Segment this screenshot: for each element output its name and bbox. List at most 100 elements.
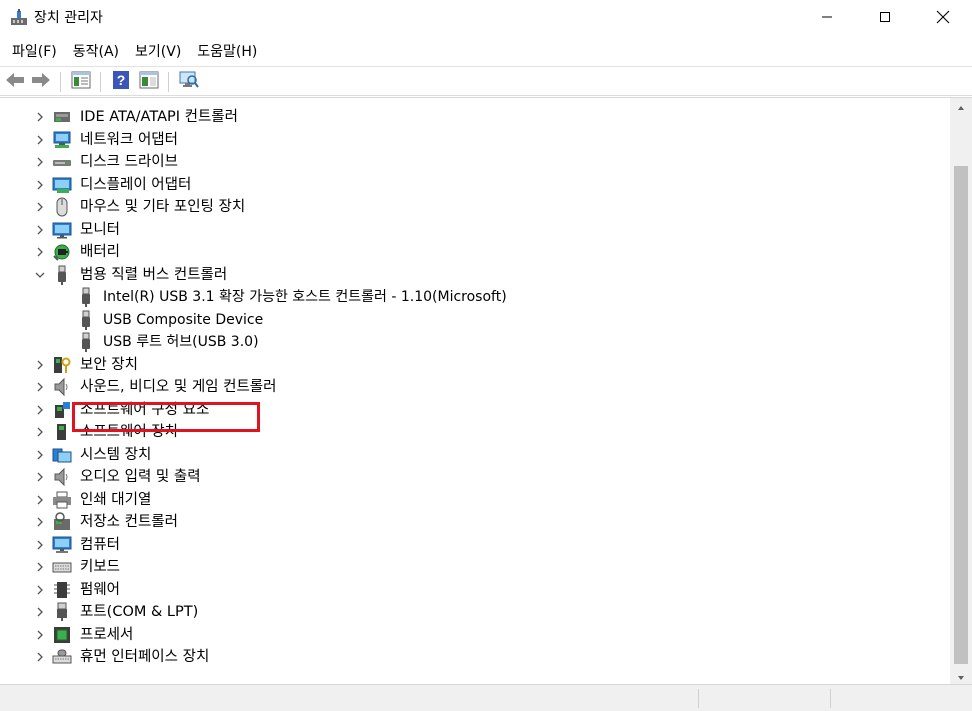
tree-node-label: 범용 직렬 버스 컨트롤러 xyxy=(80,266,228,283)
tree-node-display-adapter[interactable]: 디스플레이 어댑터 xyxy=(0,174,950,197)
tree-node-print-queue[interactable]: 인쇄 대기열 xyxy=(0,489,950,512)
processor-icon xyxy=(52,625,72,645)
security-device-icon xyxy=(52,355,72,375)
chevron-right-icon[interactable] xyxy=(33,178,47,192)
tree-node-label: 펌웨어 xyxy=(80,581,121,598)
forward-button[interactable] xyxy=(30,71,52,93)
chevron-right-icon[interactable] xyxy=(33,403,47,417)
vertical-scrollbar[interactable] xyxy=(950,98,972,685)
tree-node-label: 모니터 xyxy=(80,221,121,238)
tree-node-processor[interactable]: 프로세서 xyxy=(0,624,950,647)
storage-controller-icon xyxy=(52,512,72,532)
tree-node-label: 포트(COM & LPT) xyxy=(80,604,199,620)
audio-io-icon xyxy=(52,467,72,487)
tree-node-sound-controller[interactable]: 사운드, 비디오 및 게임 컨트롤러 xyxy=(0,376,950,399)
tree-node-label: 저장소 컨트롤러 xyxy=(80,514,178,530)
chevron-right-icon[interactable] xyxy=(33,493,47,507)
menu-file[interactable]: 파일(F) xyxy=(4,38,65,66)
tree-node-network-adapter[interactable]: 네트워크 어댑터 xyxy=(0,129,950,152)
chevron-right-icon[interactable] xyxy=(33,200,47,214)
scroll-down-button[interactable] xyxy=(950,668,972,685)
chevron-right-icon[interactable] xyxy=(33,380,47,394)
menu-action[interactable]: 동작(A) xyxy=(65,38,127,66)
chevron-right-icon[interactable] xyxy=(33,245,47,259)
tree-node-hid[interactable]: 휴먼 인터페이스 장치 xyxy=(0,646,950,669)
tree-node-port[interactable]: 포트(COM & LPT) xyxy=(0,601,950,624)
menu-view[interactable]: 보기(V) xyxy=(127,38,189,66)
tree-node-label: 디스플레이 어댑터 xyxy=(80,176,192,193)
close-button[interactable] xyxy=(914,0,972,38)
tree-node-label: 컴퓨터 xyxy=(80,536,121,553)
chevron-right-icon[interactable] xyxy=(33,470,47,484)
chevron-right-icon[interactable] xyxy=(33,583,47,597)
port-icon xyxy=(52,602,72,622)
tree-node-usb-root-hub[interactable]: USB 루트 허브(USB 3.0) xyxy=(0,331,950,354)
chevron-right-icon[interactable] xyxy=(33,650,47,664)
tree-node-firmware[interactable]: 펌웨어 xyxy=(0,579,950,602)
chevron-right-icon[interactable] xyxy=(33,515,47,529)
tree-node-storage-controller[interactable]: 저장소 컨트롤러 xyxy=(0,511,950,534)
display-adapter-icon xyxy=(52,175,72,195)
computer-icon xyxy=(52,535,72,555)
chevron-down-icon xyxy=(957,669,965,685)
chevron-right-icon[interactable] xyxy=(33,133,47,147)
tree-node-usb-controller[interactable]: 범용 직렬 버스 컨트롤러 xyxy=(0,264,950,287)
firmware-icon xyxy=(52,580,72,600)
tree-node-mouse[interactable]: 마우스 및 기타 포인팅 장치 xyxy=(0,196,950,219)
sound-icon xyxy=(52,377,72,397)
software-component-icon xyxy=(52,400,72,420)
tree-node-label: 네트워크 어댑터 xyxy=(80,131,178,148)
tree-node-label: 배터리 xyxy=(80,244,121,260)
tree-node-label: 인쇄 대기열 xyxy=(80,491,152,508)
chevron-right-icon[interactable] xyxy=(33,110,47,124)
tree-node-label: USB Composite Device xyxy=(103,311,264,328)
maximize-button[interactable] xyxy=(856,0,914,38)
tree-node-monitor[interactable]: 모니터 xyxy=(0,219,950,242)
tree-node-keyboard[interactable]: 키보드 xyxy=(0,556,950,579)
keyboard-icon xyxy=(52,557,72,577)
view-icon xyxy=(139,71,159,93)
tree-node-battery[interactable]: 배터리 xyxy=(0,241,950,264)
tree-node-label: 마우스 및 기타 포인팅 장치 xyxy=(80,199,246,215)
tree-node-disk-drive[interactable]: 디스크 드라이브 xyxy=(0,151,950,174)
chevron-down-icon[interactable] xyxy=(33,268,47,282)
properties-button[interactable] xyxy=(70,71,92,93)
scrollbar-thumb[interactable] xyxy=(954,166,968,664)
chevron-right-icon[interactable] xyxy=(33,223,47,237)
chevron-right-icon[interactable] xyxy=(33,425,47,439)
chevron-right-icon[interactable] xyxy=(33,358,47,372)
scan-hardware-button[interactable] xyxy=(178,71,200,93)
status-separator xyxy=(698,689,699,708)
tree-node-system-device[interactable]: 시스템 장치 xyxy=(0,444,950,467)
chevron-right-icon[interactable] xyxy=(33,605,47,619)
software-device-icon xyxy=(52,422,72,442)
tree-node-label: 시스템 장치 xyxy=(80,446,152,463)
usb-device-icon xyxy=(76,310,96,330)
chevron-right-icon[interactable] xyxy=(33,155,47,169)
scroll-up-button[interactable] xyxy=(950,98,972,115)
properties-icon xyxy=(71,71,91,93)
tree-node-security-device[interactable]: 보안 장치 xyxy=(0,354,950,377)
ide-controller-icon xyxy=(52,107,72,127)
back-button[interactable] xyxy=(4,71,26,93)
usb-device-icon xyxy=(76,332,96,352)
minimize-icon xyxy=(821,11,833,27)
maximize-icon xyxy=(879,11,891,27)
chevron-right-icon[interactable] xyxy=(33,448,47,462)
view-button[interactable] xyxy=(138,71,160,93)
help-button[interactable]: ? xyxy=(110,71,132,93)
tree-node-label: USB 루트 허브(USB 3.0) xyxy=(103,334,259,350)
chevron-right-icon[interactable] xyxy=(33,560,47,574)
chevron-right-icon[interactable] xyxy=(33,538,47,552)
tree-node-usb-composite-device[interactable]: USB Composite Device xyxy=(0,309,950,332)
tree-node-usb-host-controller[interactable]: Intel(R) USB 3.1 확장 가능한 호스트 컨트롤러 - 1.10(… xyxy=(0,286,950,309)
tree-node-label: 사운드, 비디오 및 게임 컨트롤러 xyxy=(80,379,277,395)
minimize-button[interactable] xyxy=(798,0,856,38)
menu-help[interactable]: 도움말(H) xyxy=(189,38,265,66)
tree-node-audio-io[interactable]: 오디오 입력 및 출력 xyxy=(0,466,950,489)
network-adapter-icon xyxy=(52,130,72,150)
tree-node-computer[interactable]: 컴퓨터 xyxy=(0,534,950,557)
status-bar xyxy=(0,684,972,711)
chevron-right-icon[interactable] xyxy=(33,628,47,642)
tree-node-ide-controller[interactable]: IDE ATA/ATAPI 컨트롤러 xyxy=(0,106,950,129)
